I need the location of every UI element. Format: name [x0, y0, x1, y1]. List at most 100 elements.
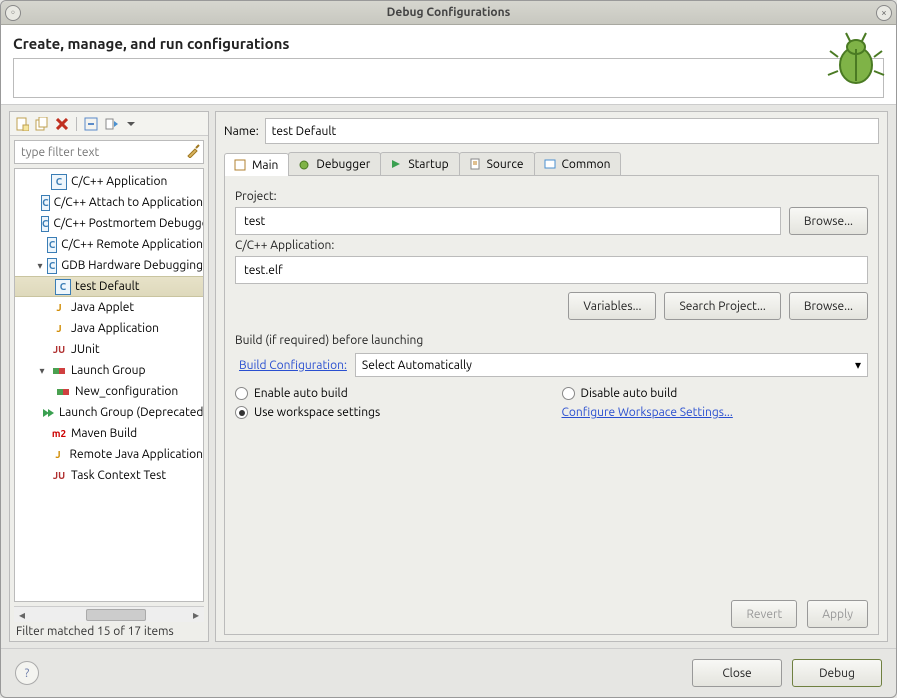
tab-debugger[interactable]: Debugger [288, 152, 381, 175]
application-label: C/C++ Application: [235, 239, 868, 252]
build-section-label: Build (if required) before launching [235, 334, 868, 347]
filter-box [14, 140, 204, 164]
tree-item-label: Launch Group [71, 364, 146, 377]
build-config-value: Select Automatically [362, 359, 472, 372]
tree-item[interactable]: CC/C++ Postmortem Debugger [15, 213, 203, 234]
window-menu-icon[interactable]: ◦ [5, 5, 21, 21]
dialog-header: Create, manage, and run configurations [1, 25, 896, 105]
tree-item[interactable]: CC/C++ Attach to Application [15, 192, 203, 213]
tree-item[interactable]: ▾CGDB Hardware Debugging [15, 255, 203, 276]
filter-input[interactable] [14, 140, 204, 164]
expand-button[interactable] [103, 116, 119, 132]
tab-startup[interactable]: Startup [380, 152, 459, 175]
radio-icon [235, 387, 248, 400]
tree-item[interactable]: JRemote Java Application [15, 444, 203, 465]
name-label: Name: [224, 125, 259, 138]
tree-item[interactable]: JJava Application [15, 318, 203, 339]
scroll-left-icon[interactable]: ◂ [16, 608, 28, 622]
tab-main[interactable]: Main [224, 153, 289, 176]
project-browse-button[interactable]: Browse... [789, 207, 868, 235]
horizontal-scrollbar[interactable]: ◂ ▸ [14, 606, 204, 622]
radio-icon [235, 406, 248, 419]
tree-item[interactable]: New_configuration [15, 381, 203, 402]
tree-item[interactable]: JJava Applet [15, 297, 203, 318]
titlebar: ◦ Debug Configurations × [1, 1, 896, 25]
search-project-button[interactable]: Search Project... [664, 292, 780, 320]
dialog-heading: Create, manage, and run configurations [13, 35, 884, 52]
close-window-icon[interactable]: × [876, 5, 892, 21]
application-browse-button[interactable]: Browse... [789, 292, 868, 320]
debug-button[interactable]: Debug [792, 659, 882, 687]
tab-main-label: Main [252, 159, 278, 172]
tree-item-label: Task Context Test [71, 469, 166, 482]
tab-debugger-label: Debugger [316, 158, 370, 171]
right-panel: Name: Main Debugger Startup Source Commo… [215, 111, 888, 642]
new-config-button[interactable] [14, 116, 30, 132]
tree-item-label: Java Applet [71, 301, 134, 314]
application-input[interactable] [235, 256, 868, 284]
variables-button[interactable]: Variables... [568, 292, 656, 320]
tree-item-label: C/C++ Attach to Application [54, 196, 203, 209]
tree-toolbar [10, 112, 208, 136]
configure-workspace-link[interactable]: Configure Workspace Settings... [562, 406, 733, 419]
tree-expander-icon: ▾ [37, 365, 47, 377]
scroll-right-icon[interactable]: ▸ [190, 608, 202, 622]
tab-common[interactable]: Common [534, 152, 622, 175]
source-tab-icon [468, 157, 482, 171]
tree-item[interactable]: Launch Group (Deprecated) [15, 402, 203, 423]
config-tree[interactable]: CC/C++ ApplicationCC/C++ Attach to Appli… [14, 168, 204, 602]
tree-item-label: JUnit [71, 343, 100, 356]
radio-icon [562, 387, 575, 400]
tree-item-label: GDB Hardware Debugging [61, 259, 203, 272]
duplicate-config-button[interactable] [34, 116, 50, 132]
common-tab-icon [543, 157, 557, 171]
main-tab-icon [233, 158, 247, 172]
tree-expander-icon: ▾ [37, 260, 43, 272]
radio-workspace-label: Use workspace settings [254, 406, 380, 419]
tree-item-label: Launch Group (Deprecated) [59, 406, 204, 419]
tree-item-label: New_configuration [75, 385, 178, 398]
tree-item-label: C/C++ Application [71, 175, 167, 188]
tree-item[interactable]: JUJUnit [15, 339, 203, 360]
radio-enable-auto-build[interactable]: Enable auto build [235, 387, 542, 400]
dialog-message-area [13, 58, 884, 98]
tree-item-label: Remote Java Application [70, 448, 203, 461]
tab-source-label: Source [487, 158, 524, 171]
tab-source[interactable]: Source [459, 152, 535, 175]
bug-icon [826, 31, 886, 91]
tree-item-label: test Default [75, 280, 140, 293]
radio-use-workspace[interactable]: Use workspace settings [235, 406, 542, 419]
tree-item[interactable]: ▾ Launch Group [15, 360, 203, 381]
name-row: Name: [224, 118, 879, 144]
scroll-thumb[interactable] [86, 609, 146, 621]
collapse-all-button[interactable] [83, 116, 99, 132]
tree-item[interactable]: CC/C++ Application [15, 171, 203, 192]
revert-button[interactable]: Revert [731, 600, 797, 628]
tree-item[interactable]: CC/C++ Remote Application [15, 234, 203, 255]
tree-item[interactable]: JUTask Context Test [15, 465, 203, 486]
dialog-footer: ? Close Debug [1, 648, 896, 697]
tree-item-selected[interactable]: Ctest Default [15, 276, 203, 297]
tree-item-label: Maven Build [71, 427, 137, 440]
build-config-select[interactable]: Select Automatically ▾ [355, 353, 868, 377]
project-input[interactable] [235, 207, 781, 235]
delete-config-button[interactable] [54, 116, 70, 132]
name-input[interactable] [265, 118, 879, 144]
clear-filter-icon[interactable] [186, 144, 200, 158]
help-button[interactable]: ? [15, 661, 39, 685]
startup-tab-icon [389, 157, 403, 171]
tree-item[interactable]: m2Maven Build [15, 423, 203, 444]
build-config-link[interactable]: Build Configuration: [239, 359, 347, 372]
radio-disable-label: Disable auto build [581, 387, 678, 400]
close-button[interactable]: Close [692, 659, 782, 687]
tab-strip: Main Debugger Startup Source Common [224, 152, 879, 176]
apply-button[interactable]: Apply [807, 600, 868, 628]
filter-menu-button[interactable] [123, 116, 139, 132]
dropdown-icon: ▾ [855, 358, 861, 372]
radio-disable-auto-build[interactable]: Disable auto build [562, 387, 869, 400]
dialog-content: Create, manage, and run configurations C… [1, 25, 896, 697]
tree-item-label: C/C++ Postmortem Debugger [53, 217, 204, 230]
tree-item-label: Java Application [71, 322, 159, 335]
tab-startup-label: Startup [408, 158, 448, 171]
window-title: Debug Configurations [387, 6, 511, 19]
